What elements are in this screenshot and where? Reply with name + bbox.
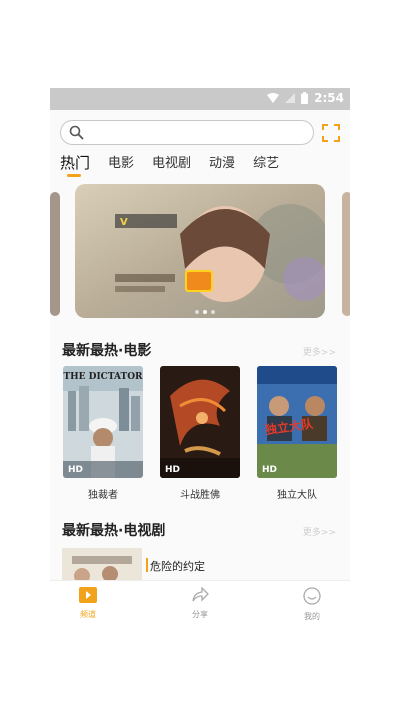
category-tabs: 热门 电影 电视剧 动漫 综艺 — [60, 152, 297, 177]
movie-card-duli[interactable]: 独立大队 HD 独立大队 — [257, 366, 337, 501]
share-icon — [192, 586, 209, 602]
bottom-nav: 频道 分享 我的 — [50, 580, 350, 628]
accent-bar — [146, 558, 148, 572]
douzhan-poster-art — [160, 366, 240, 478]
movie-card-dictator[interactable]: THE DICTATOR HD 独裁者 — [63, 366, 143, 501]
poster-title-text: THE DICTATOR — [63, 372, 143, 382]
banner-prev-peek[interactable] — [50, 192, 60, 316]
nav-label: 我的 — [304, 612, 320, 621]
tab-tv[interactable]: 电视剧 — [152, 152, 191, 176]
search-input[interactable] — [89, 124, 303, 143]
search-icon — [69, 125, 84, 140]
movie-card-douzhan[interactable]: HD 斗战胜佛 — [160, 366, 240, 501]
movie-more-link[interactable]: 更多>> — [303, 345, 336, 358]
banner-image: V — [75, 184, 325, 318]
status-bar: 2:54 — [50, 88, 350, 110]
nav-label: 频道 — [80, 610, 96, 619]
nav-share[interactable]: 分享 — [170, 586, 230, 620]
movie-title[interactable]: 斗战胜佛 — [160, 486, 240, 501]
tv-section-title: 最新最热·电视剧 — [62, 523, 166, 539]
tab-anime[interactable]: 动漫 — [209, 152, 235, 176]
nav-profile[interactable]: 我的 — [282, 587, 342, 622]
carousel-indicator — [195, 310, 215, 314]
hd-badge: HD — [68, 465, 84, 475]
tab-movies[interactable]: 电影 — [108, 152, 134, 176]
wifi-icon — [267, 93, 280, 103]
search-bar[interactable] — [60, 120, 314, 145]
movie-title[interactable]: 独裁者 — [63, 486, 143, 501]
play-icon — [79, 587, 97, 603]
carousel-dot-active — [203, 310, 207, 314]
movie-poster[interactable]: HD — [160, 366, 240, 478]
svg-text:V: V — [120, 217, 128, 228]
tab-variety[interactable]: 综艺 — [253, 152, 279, 176]
battery-icon — [301, 92, 309, 104]
movie-poster[interactable]: THE DICTATOR HD — [63, 366, 143, 478]
hd-badge: HD — [165, 465, 181, 475]
tv-more-link[interactable]: 更多>> — [303, 525, 336, 538]
banner-carousel[interactable]: V — [50, 184, 350, 324]
movie-section-title: 最新最热·电影 — [62, 343, 152, 359]
nav-label: 分享 — [192, 610, 208, 619]
signal-icon — [285, 93, 296, 103]
hd-badge: HD — [262, 465, 278, 475]
tv-title[interactable]: 危险的约定 — [150, 558, 205, 574]
movie-poster[interactable]: 独立大队 HD — [257, 366, 337, 478]
banner-slide[interactable]: V — [75, 184, 325, 318]
dictator-poster-art — [63, 366, 143, 478]
carousel-dot — [195, 310, 199, 314]
status-time: 2:54 — [314, 91, 344, 105]
movie-title[interactable]: 独立大队 — [257, 486, 337, 501]
phone-screen: 2:54 热门 电影 电视剧 动漫 综艺 V 最新最热·电影 更多>> THE … — [50, 88, 350, 628]
profile-icon — [303, 587, 321, 605]
banner-next-peek[interactable] — [342, 192, 350, 316]
scan-icon[interactable] — [322, 124, 340, 142]
tab-hot[interactable]: 热门 — [60, 152, 90, 177]
nav-channel[interactable]: 频道 — [58, 587, 118, 620]
carousel-dot — [211, 310, 215, 314]
